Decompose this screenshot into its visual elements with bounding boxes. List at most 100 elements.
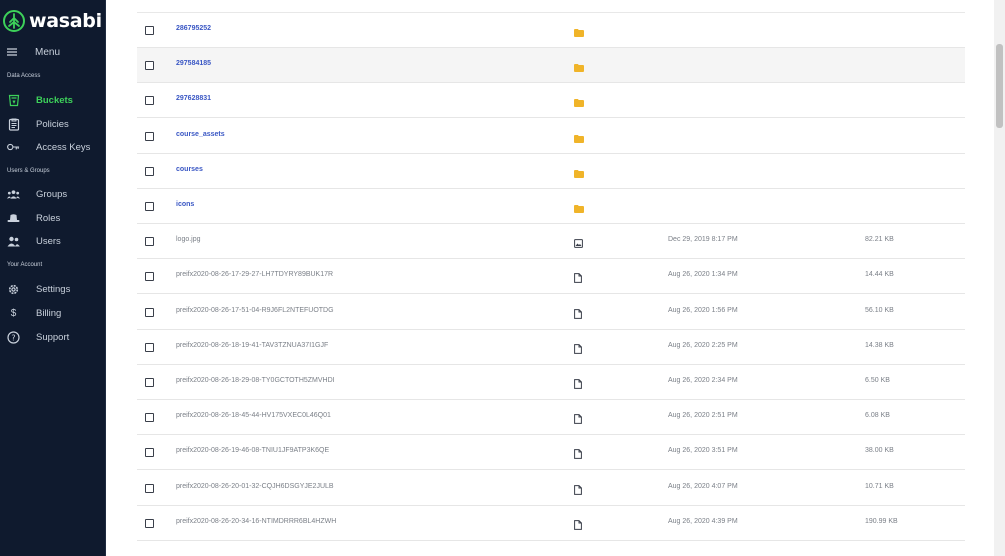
sidebar-item-support[interactable]: ? Support [7, 329, 69, 345]
folder-link[interactable]: icons [176, 201, 194, 208]
folder-icon [574, 200, 584, 213]
sidebar-item-users[interactable]: Users [7, 233, 61, 249]
sidebar-item-policies[interactable]: Policies [7, 116, 69, 132]
row-checkbox[interactable] [145, 96, 154, 106]
file-icon [574, 446, 584, 460]
table-row[interactable]: 297584185 [137, 48, 965, 84]
file-size: 14.44 KB [865, 271, 894, 279]
main-content: 286795252 297584185 297628831 course_assets… [107, 0, 1005, 556]
row-checkbox[interactable] [145, 413, 154, 423]
sidebar-item-roles[interactable]: Roles [7, 210, 60, 226]
modified-date: Aug 26, 2020 2:51 PM [668, 412, 738, 420]
modified-date: Aug 26, 2020 1:56 PM [668, 306, 738, 314]
section-users-groups: Users & Groups [7, 168, 50, 174]
file-name: preifx2020-08-26-18-29-08-TY0GCTOTH5ZMVH… [176, 377, 335, 384]
folder-icon [574, 59, 584, 73]
row-checkbox[interactable] [145, 342, 154, 352]
file-icon [574, 411, 584, 425]
folder-icon [574, 94, 584, 108]
table-row[interactable]: preifx2020-08-26-18-19-41-TAV3TZNUA37I1G… [137, 330, 965, 365]
modified-date: Dec 29, 2019 8:17 PM [668, 236, 738, 244]
file-name: preifx2020-08-26-20-01-32-CQJH6DSGYJE2JU… [176, 482, 334, 490]
row-checkbox[interactable] [145, 202, 154, 211]
table-row[interactable]: icons [137, 189, 965, 224]
sidebar-item-label: Settings [36, 283, 71, 295]
file-size: 190.99 KB [865, 517, 898, 525]
row-checkbox[interactable] [145, 26, 154, 35]
row-checkbox[interactable] [145, 131, 154, 141]
sidebar-item-buckets[interactable]: Buckets [7, 92, 73, 108]
sidebar-item-label: Roles [36, 212, 61, 224]
sidebar: wasabi Menu Data Access Buckets Policies… [0, 0, 106, 556]
table-row[interactable]: preifx2020-08-26-17-29-27-LH7TDYRY89BUK1… [137, 259, 965, 295]
file-name: preifx2020-08-26-17-51-04-R9J6FL2NTEFUOT… [176, 306, 334, 314]
table-row[interactable]: preifx2020-08-26-20-01-32-CQJH6DSGYJE2JU… [137, 471, 965, 506]
row-checkbox[interactable] [145, 61, 154, 71]
folder-link[interactable]: 286795252 [176, 25, 211, 32]
file-name: preifx2020-08-26-17-29-27-LH7TDYRY89BUK1… [176, 271, 334, 279]
sidebar-item-billing[interactable]: $ Billing [7, 305, 62, 321]
folder-link[interactable]: courses [176, 166, 203, 173]
table-row[interactable]: preifx2020-08-26-19-46-08-TNIU1JF9ATP3K6… [137, 435, 965, 471]
row-checkbox[interactable] [145, 448, 154, 458]
table-row[interactable]: 286795252 [137, 13, 965, 48]
file-icon [574, 482, 584, 495]
row-checkbox[interactable] [145, 307, 154, 317]
sidebar-item-label: Billing [36, 307, 62, 319]
section-your-account: Your Account [7, 262, 43, 268]
table-row[interactable]: courses [137, 154, 965, 189]
file-size: 6.08 KB [865, 412, 890, 420]
modified-date: Aug 26, 2020 1:34 PM [668, 271, 738, 279]
vertical-scrollbar[interactable] [994, 0, 1005, 556]
file-icon [574, 306, 584, 319]
table-row[interactable]: preifx2020-08-26-17-51-04-R9J6FL2NTEFUOT… [137, 295, 965, 330]
folder-link[interactable]: 297628831 [176, 95, 211, 102]
file-size: 10.71 KB [865, 482, 894, 490]
gear-icon [7, 283, 20, 296]
row-checkbox[interactable] [145, 272, 154, 282]
table-row[interactable]: course_assets [137, 119, 965, 154]
clipboard-icon [7, 118, 20, 131]
file-size: 56.10 KB [865, 306, 894, 314]
brand-name: wasabi [29, 10, 102, 32]
file-icon [574, 270, 584, 284]
file-icon [574, 341, 584, 354]
users-icon [7, 235, 20, 248]
menu-toggle[interactable]: Menu [7, 44, 60, 60]
sidebar-item-label: Policies [36, 118, 69, 130]
table-row[interactable]: 297628831 [137, 83, 965, 119]
modified-date: Aug 26, 2020 4:07 PM [668, 482, 738, 490]
group-icon [7, 188, 20, 201]
table-row[interactable]: preifx2020-08-26-18-29-08-TY0GCTOTH5ZMVH… [137, 365, 965, 400]
row-checkbox[interactable] [145, 237, 154, 247]
folder-link[interactable]: 297584185 [176, 60, 211, 67]
file-name: preifx2020-08-26-19-46-08-TNIU1JF9ATP3K6… [176, 447, 330, 455]
modified-date: Aug 26, 2020 2:34 PM [668, 377, 738, 384]
file-size: 82.21 KB [865, 236, 894, 244]
row-checkbox[interactable] [145, 378, 154, 387]
menu-label: Menu [35, 46, 61, 58]
table-row[interactable]: logo.jpg Dec 29, 2019 8:17 PM 82.21 KB [137, 224, 965, 260]
file-name: logo.jpg [176, 236, 201, 244]
file-size: 38.00 KB [865, 447, 894, 455]
wasabi-logo-icon [3, 10, 25, 32]
row-checkbox[interactable] [145, 483, 154, 493]
table-row[interactable]: preifx2020-08-26-18-45-44-HV175VXEC0L46Q… [137, 400, 965, 436]
table-row[interactable]: preifx2020-08-26-20-34-16-NTIMDRRR6BL4HZ… [137, 506, 965, 541]
file-table: 286795252 297584185 297628831 course_assets… [137, 12, 965, 541]
row-checkbox[interactable] [145, 166, 154, 176]
hat-icon [7, 212, 20, 225]
modified-date: Aug 26, 2020 2:25 PM [668, 341, 738, 349]
file-name: preifx2020-08-26-20-34-16-NTIMDRRR6BL4HZ… [176, 517, 337, 525]
sidebar-item-groups[interactable]: Groups [7, 186, 67, 202]
sidebar-item-label: Access Keys [36, 141, 91, 153]
scrollbar-thumb[interactable] [996, 44, 1003, 128]
wasabi-logo[interactable]: wasabi [3, 9, 102, 33]
file-icon [574, 376, 584, 389]
folder-link[interactable]: course_assets [176, 131, 225, 138]
row-checkbox[interactable] [145, 518, 154, 528]
sidebar-item-settings[interactable]: Settings [7, 281, 70, 297]
file-name: preifx2020-08-26-18-45-44-HV175VXEC0L46Q… [176, 412, 331, 420]
sidebar-item-access-keys[interactable]: Access Keys [7, 139, 90, 155]
folder-icon [574, 165, 584, 178]
